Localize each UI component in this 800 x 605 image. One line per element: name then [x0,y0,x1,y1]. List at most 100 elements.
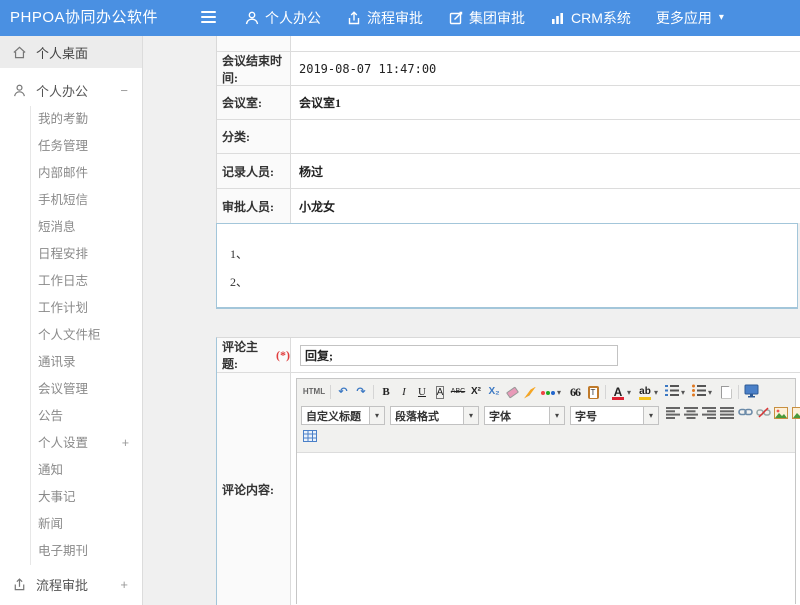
sidebar-item-schedule[interactable]: 日程安排 [31,241,142,268]
sidebar-item-meetings[interactable]: 会议管理 [31,376,142,403]
unordered-list-dropdown-icon[interactable]: ▾ [708,388,717,397]
sidebar-item-work-log[interactable]: 工作日志 [31,268,142,295]
ordered-list-dropdown-icon[interactable]: ▾ [681,388,690,397]
fullscreen-monitor-icon[interactable] [742,384,760,401]
unordered-list-icon[interactable] [690,384,708,401]
nav-label: 流程审批 [367,8,423,28]
align-left-icon[interactable] [664,407,682,424]
comment-subject-input[interactable] [300,345,618,366]
custom-title-select[interactable]: 自定义标题 ▾ [301,406,385,425]
sidebar-item-label: 个人桌面 [36,43,88,62]
font-color-icon[interactable]: A [609,384,627,401]
align-center-icon[interactable] [682,407,700,424]
color-palette-icon[interactable] [539,384,557,401]
field-value: 会议室1 [291,86,800,119]
highlight-color-icon[interactable]: ab [636,384,654,401]
insert-link-icon[interactable] [736,407,754,424]
superscript-icon[interactable]: X² [467,384,485,401]
content-line: 2、 [230,268,797,296]
sidebar-group-personal-office[interactable]: 个人办公 − [0,74,142,106]
sidebar-item-notifications[interactable]: 通知 [31,457,142,484]
paragraph-format-select[interactable]: 段落格式 ▾ [390,406,479,425]
chevron-down-icon: ▾ [463,407,478,424]
remove-link-icon[interactable] [754,407,772,424]
nav-crm-system[interactable]: CRM系统 [550,8,631,28]
nav-group-approval[interactable]: 集团审批 [448,8,525,28]
font-style-icon[interactable]: A [431,384,449,401]
meeting-content-box: 1、 2、 [216,223,798,309]
italic-icon[interactable]: I [395,384,413,401]
remove-format-eraser-icon[interactable] [503,384,521,401]
nav-label: 集团审批 [469,8,525,28]
font-color-dropdown-icon[interactable]: ▾ [627,388,636,397]
redo-icon[interactable]: ↷ [352,384,370,401]
collapse-icon[interactable]: − [120,83,128,98]
nav-more-apps[interactable]: 更多应用 ▾ [656,8,724,28]
sidebar-item-internal-mail[interactable]: 内部邮件 [31,160,142,187]
content-line: 1、 [230,240,797,268]
blockquote-icon[interactable]: 66 [566,384,584,401]
sidebar-item-contacts[interactable]: 通讯录 [31,349,142,376]
sidebar-item-file-cabinet[interactable]: 个人文件柜 [31,322,142,349]
highlight-dropdown-icon[interactable]: ▾ [654,388,663,397]
field-label: 记录人员: [217,154,291,188]
insert-image-icon[interactable] [772,407,790,424]
source-code-button[interactable]: HTML [301,384,327,401]
sidebar-item-desktop[interactable]: 个人桌面 [0,36,142,68]
bold-icon[interactable]: B [377,384,395,401]
field-label: 审批人员: [217,189,291,223]
underline-icon[interactable]: U [413,384,431,401]
nav-personal-office[interactable]: 个人办公 [244,8,321,28]
editor-toolbar: HTML ↶ ↷ B I U A ABC X² X₂ [297,379,795,453]
upload-image-icon[interactable] [790,407,800,424]
ordered-list-icon[interactable] [663,384,681,401]
align-justify-icon[interactable] [718,407,736,424]
field-value [291,120,800,153]
sidebar-item-short-message[interactable]: 短消息 [31,214,142,241]
field-label: 会议结束时间: [217,52,291,85]
nav-label: CRM系统 [571,8,631,28]
field-label: 会议室: [217,86,291,119]
sidebar-item-announcements[interactable]: 公告 [31,403,142,430]
table-row-category: 分类: [217,120,800,154]
new-page-icon[interactable] [717,384,735,401]
expand-icon[interactable]: + [122,430,129,457]
bar-chart-icon [550,10,566,26]
nav-workflow-approval[interactable]: 流程审批 [346,8,423,28]
chevron-down-icon: ▾ [369,407,384,424]
table-row-recorder: 记录人员: 杨过 [217,154,800,189]
field-label: 评论主题: (*) [217,338,291,372]
table-row-partial [217,36,800,52]
undo-icon[interactable]: ↶ [334,384,352,401]
sidebar-item-tasks[interactable]: 任务管理 [31,133,142,160]
insert-table-icon[interactable] [301,430,319,447]
chevron-down-icon: ▾ [549,407,564,424]
sidebar-group-workflow-approval[interactable]: 流程审批 + [0,568,142,600]
hamburger-menu-icon[interactable] [201,11,216,25]
sidebar-item-e-journal[interactable]: 电子期刊 [31,538,142,565]
app-title: PHPOA协同办公软件 [10,0,158,36]
field-value: 2019-08-07 11:47:00 [291,52,800,85]
font-family-select[interactable]: 字体 ▾ [484,406,565,425]
sidebar-item-sms[interactable]: 手机短信 [31,187,142,214]
sidebar-item-major-events[interactable]: 大事记 [31,484,142,511]
subscript-icon[interactable]: X₂ [485,384,503,401]
user-icon [12,83,27,98]
comment-content-row: 评论内容: HTML ↶ ↷ B I U A [217,373,800,605]
font-size-select[interactable]: 字号 ▾ [570,406,659,425]
sidebar-item-news[interactable]: 新闻 [31,511,142,538]
editor-content-area[interactable] [297,453,795,605]
format-brush-icon[interactable] [521,384,539,401]
comment-subject-row: 评论主题: (*) [217,338,800,373]
topbar: PHPOA协同办公软件 个人办公 流程审批 [0,0,800,36]
strikethrough-icon[interactable]: ABC [449,384,467,401]
sidebar-item-attendance[interactable]: 我的考勤 [31,106,142,133]
required-mark: (*) [276,348,290,363]
paste-plain-text-icon[interactable]: T [584,384,602,401]
palette-dropdown-icon[interactable]: ▾ [557,388,566,397]
align-right-icon[interactable] [700,407,718,424]
sidebar-item-personal-settings[interactable]: 个人设置 + [31,430,142,457]
expand-icon[interactable]: + [120,577,128,592]
table-row-end-time: 会议结束时间: 2019-08-07 11:47:00 [217,52,800,86]
sidebar-item-work-plan[interactable]: 工作计划 [31,295,142,322]
